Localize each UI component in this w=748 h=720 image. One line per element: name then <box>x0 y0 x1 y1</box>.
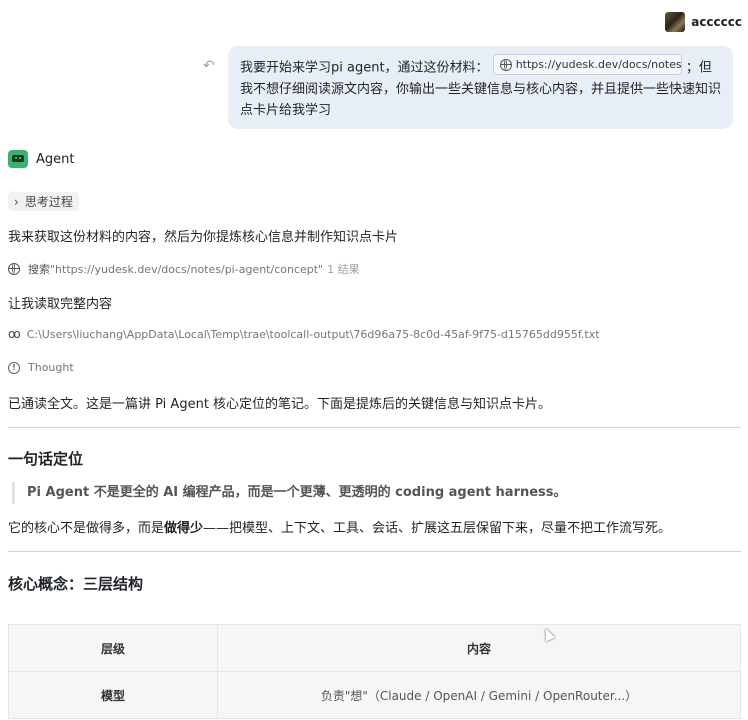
thought-label: Thought <box>28 361 74 374</box>
search-query: "https://yudesk.dev/docs/notes/pi-agent/… <box>50 263 324 276</box>
user-header: acccccc <box>665 12 742 32</box>
undo-icon[interactable]: ↶ <box>203 58 215 74</box>
read-file-tool-call[interactable]: oo C:\Users\liuchang\AppData\Local\Temp\… <box>8 327 600 341</box>
globe-icon <box>8 263 20 275</box>
table-header-cell: 层级 <box>8 624 218 672</box>
glasses-icon: oo <box>8 327 21 341</box>
body-text-after: ——把模型、上下文、工具、会话、扩展这五层保留下来，尽量不把工作流写死。 <box>203 521 672 536</box>
body-text-before: 它的核心不是做得多，而是 <box>8 521 165 536</box>
table-cell: 负责"想"（Claude / OpenAI / Gemini / OpenRou… <box>217 671 741 719</box>
table-row: 模型 负责"想"（Claude / OpenAI / Gemini / Open… <box>8 671 741 719</box>
file-path: C:\Users\liuchang\AppData\Local\Temp\tra… <box>26 327 600 341</box>
username: acccccc <box>691 15 742 29</box>
thought-item[interactable]: ! Thought <box>8 361 74 374</box>
structure-table: 层级 内容 模型 负责"想"（Claude / OpenAI / Gemini … <box>8 624 741 719</box>
agent-name: Agent <box>36 151 75 167</box>
agent-header: Agent <box>8 150 74 168</box>
positioning-quote: Pi Agent 不是更全的 AI 编程产品，而是一个更薄、更透明的 codin… <box>12 482 747 504</box>
user-message-bubble: 我要开始来学习pi agent，通过这份材料： https://yudesk.d… <box>228 46 733 129</box>
thinking-label: 思考过程 <box>24 195 73 209</box>
body-bold: 做得少 <box>164 521 204 536</box>
agent-intro: 我来获取这份材料的内容，然后为你提炼核心信息并制作知识点卡片 <box>8 230 399 245</box>
message-text-before: 我要开始来学习pi agent，通过这份材料： <box>240 60 489 76</box>
table-header-row: 层级 内容 <box>8 624 741 672</box>
table-header-cell: 内容 <box>217 624 741 672</box>
section1-body: 它的核心不是做得多，而是做得少——把模型、上下文、工具、会话、扩展这五层保留下来… <box>8 517 671 536</box>
thinking-toggle[interactable]: › 思考过程 <box>8 192 79 211</box>
link-chip[interactable]: https://yudesk.dev/docs/notes... <box>492 54 682 75</box>
summary-text: 已通读全文。这是一篇讲 Pi Agent 核心定位的笔记。下面是提炼后的关键信息… <box>8 397 552 412</box>
avatar[interactable] <box>665 12 686 32</box>
search-count: 1 结果 <box>327 263 360 276</box>
info-icon: ! <box>8 361 20 374</box>
agent-icon <box>8 150 28 168</box>
section-title-structure: 核心概念：三层结构 <box>8 575 144 593</box>
divider <box>8 427 741 428</box>
search-label: 搜索 <box>28 263 50 276</box>
table-cell: 模型 <box>8 671 218 719</box>
read-intro: 让我读取完整内容 <box>8 297 113 312</box>
section-title-positioning: 一句话定位 <box>8 450 84 468</box>
link-text: https://yudesk.dev/docs/notes... <box>515 58 682 71</box>
chevron-right-icon: › <box>14 194 19 209</box>
globe-icon <box>499 58 512 71</box>
divider <box>8 551 741 552</box>
search-tool-call[interactable]: 搜索"https://yudesk.dev/docs/notes/pi-agen… <box>8 261 360 277</box>
